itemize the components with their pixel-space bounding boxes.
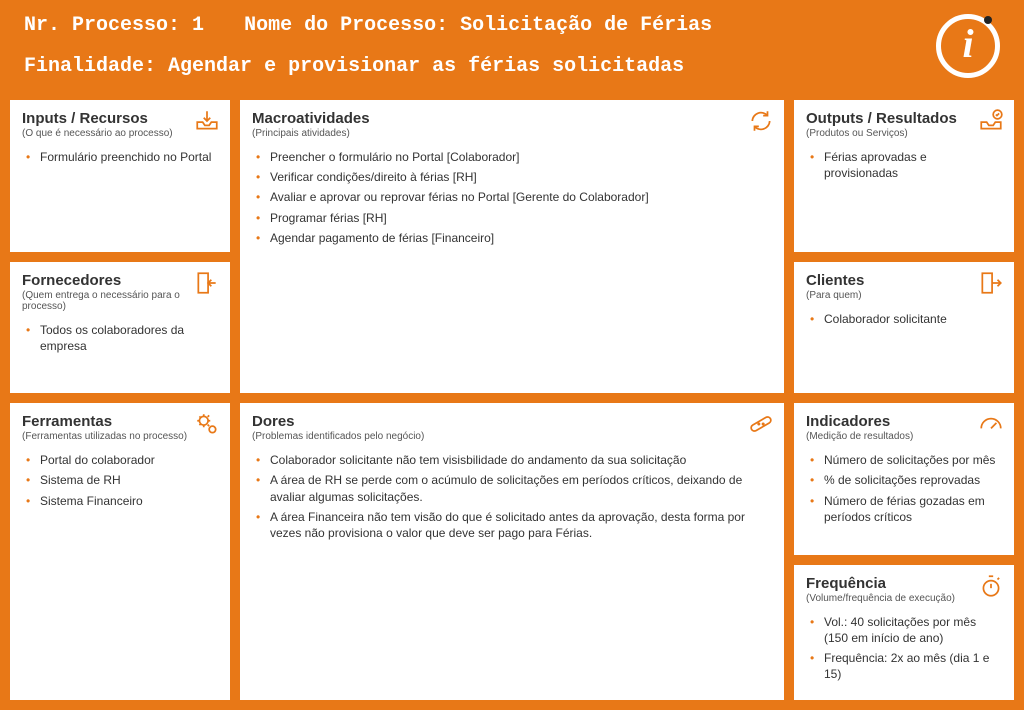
list-item: A área de RH se perde com o acúmulo de s… xyxy=(256,472,772,504)
list-item: Preencher o formulário no Portal [Colabo… xyxy=(256,149,772,165)
card-list: Formulário preenchido no Portal xyxy=(22,149,218,165)
card-indicadores: Indicadores (Medição de resultados) Núme… xyxy=(794,403,1014,555)
card-list: Preencher o formulário no Portal [Colabo… xyxy=(252,149,772,246)
inbox-icon xyxy=(194,108,220,134)
gears-icon xyxy=(194,411,220,437)
list-item: Programar férias [RH] xyxy=(256,210,772,226)
card-frequencia: Frequência (Volume/frequência de execuçã… xyxy=(794,565,1014,700)
card-dores: Dores (Problemas identificados pelo negó… xyxy=(240,403,784,700)
logo-letter-icon: i xyxy=(962,24,973,64)
process-header: Nr. Processo: 1 Nome do Processo: Solici… xyxy=(0,0,1024,86)
card-title: Frequência xyxy=(806,575,1002,592)
process-name: Nome do Processo: Solicitação de Férias xyxy=(244,14,712,37)
list-item: A área Financeira não tem visão do que é… xyxy=(256,509,772,541)
card-list: Número de solicitações por mês % de solic… xyxy=(806,452,1002,525)
card-ferramentas: Ferramentas (Ferramentas utilizadas no p… xyxy=(10,403,230,700)
list-item: Vol.: 40 solicitações por mês (150 em in… xyxy=(810,614,1002,646)
list-item: Colaborador solicitante xyxy=(810,311,1002,327)
card-list: Vol.: 40 solicitações por mês (150 em in… xyxy=(806,614,1002,683)
finalidade-value: Agendar e provisionar as férias solicita… xyxy=(168,55,684,78)
list-item: Avaliar e aprovar ou reprovar férias no … xyxy=(256,189,772,205)
door-out-icon xyxy=(978,270,1004,296)
card-title: Dores xyxy=(252,413,772,430)
list-item: Agendar pagamento de férias [Financeiro] xyxy=(256,230,772,246)
door-in-icon xyxy=(194,270,220,296)
stopwatch-icon xyxy=(978,573,1004,599)
card-outputs: Outputs / Resultados (Produtos ou Serviç… xyxy=(794,100,1014,252)
card-subtitle: (Produtos ou Serviços) xyxy=(806,128,1002,139)
card-subtitle: (Volume/frequência de execução) xyxy=(806,593,1002,604)
card-list: Portal do colaborador Sistema de RH Sistem… xyxy=(22,452,218,509)
card-title: Indicadores xyxy=(806,413,1002,430)
list-item: Verificar condições/direito à férias [RH… xyxy=(256,169,772,185)
list-item: Sistema Financeiro xyxy=(26,493,218,509)
list-item: % de solicitações reprovadas xyxy=(810,472,1002,488)
card-subtitle: (Problemas identificados pelo negócio) xyxy=(252,431,772,442)
card-subtitle: (Quem entrega o necessário para o proces… xyxy=(22,290,218,312)
list-item: Férias aprovadas e provisionadas xyxy=(810,149,1002,181)
card-subtitle: (Para quem) xyxy=(806,290,1002,301)
card-title: Clientes xyxy=(806,272,1002,289)
bandage-icon xyxy=(748,411,774,437)
card-title: Macroatividades xyxy=(252,110,772,127)
nr-value: 1 xyxy=(192,14,204,37)
card-subtitle: (Medição de resultados) xyxy=(806,431,1002,442)
card-subtitle: (Ferramentas utilizadas no processo) xyxy=(22,431,218,442)
card-title: Ferramentas xyxy=(22,413,218,430)
card-list: Colaborador solicitante não tem visisbil… xyxy=(252,452,772,541)
gauge-icon xyxy=(978,411,1004,437)
list-item: Frequência: 2x ao mês (dia 1 e 15) xyxy=(810,650,1002,682)
finalidade-label: Finalidade: xyxy=(24,55,156,78)
card-title: Inputs / Recursos xyxy=(22,110,218,127)
process-number: Nr. Processo: 1 xyxy=(24,14,204,37)
list-item: Número de férias gozadas em períodos crí… xyxy=(810,493,1002,525)
brand-logo: i xyxy=(936,14,1000,78)
card-clientes: Clientes (Para quem) Colaborador solicit… xyxy=(794,262,1014,394)
list-item: Portal do colaborador xyxy=(26,452,218,468)
card-inputs: Inputs / Recursos (O que é necessário ao… xyxy=(10,100,230,252)
card-list: Férias aprovadas e provisionadas xyxy=(806,149,1002,181)
nr-label: Nr. Processo: xyxy=(24,14,180,37)
list-item: Número de solicitações por mês xyxy=(810,452,1002,468)
card-title: Outputs / Resultados xyxy=(806,110,1002,127)
card-fornecedores: Fornecedores (Quem entrega o necessário … xyxy=(10,262,230,394)
nome-label: Nome do Processo: xyxy=(244,14,448,37)
canvas-grid: Inputs / Recursos (O que é necessário ao… xyxy=(10,100,1014,700)
list-item: Colaborador solicitante não tem visisbil… xyxy=(256,452,772,468)
list-item: Todos os colaboradores da empresa xyxy=(26,322,218,354)
card-subtitle: (O que é necessário ao processo) xyxy=(22,128,218,139)
process-purpose: Finalidade: Agendar e provisionar as fér… xyxy=(24,55,1000,78)
card-subtitle: (Principais atividades) xyxy=(252,128,772,139)
card-macroatividades: Macroatividades (Principais atividades) … xyxy=(240,100,784,393)
card-list: Colaborador solicitante xyxy=(806,311,1002,327)
outbox-check-icon xyxy=(978,108,1004,134)
card-list: Todos os colaboradores da empresa xyxy=(22,322,218,354)
card-title: Fornecedores xyxy=(22,272,218,289)
list-item: Formulário preenchido no Portal xyxy=(26,149,218,165)
cycle-icon xyxy=(748,108,774,134)
nome-value: Solicitação de Férias xyxy=(460,14,712,37)
list-item: Sistema de RH xyxy=(26,472,218,488)
